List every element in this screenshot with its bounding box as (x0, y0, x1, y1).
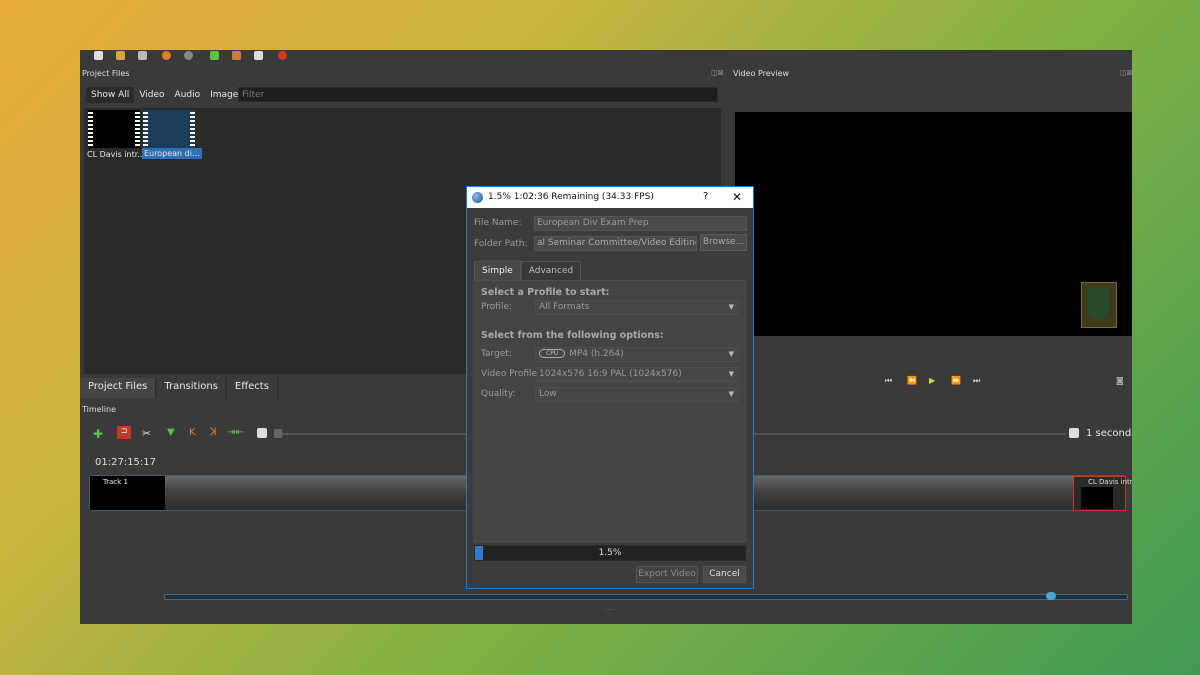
tab-project-files[interactable]: Project Files (80, 378, 157, 398)
video-preview-title: Video Preview (733, 69, 790, 78)
zoom-scale-icon (1069, 428, 1079, 438)
jump-end-icon[interactable]: ⏭ (973, 376, 980, 386)
target-select[interactable]: CPU MP4 (h.264) ▼ (535, 347, 739, 362)
add-marker-icon[interactable]: ▼ (167, 427, 175, 438)
dialog-tabs: Simple Advanced (474, 261, 582, 280)
crest-logo (1081, 282, 1117, 328)
undo-icon[interactable] (162, 51, 171, 60)
file-name-field[interactable]: European Div Exam Prep (534, 216, 747, 231)
film-strip-right (190, 112, 195, 146)
fast-forward-icon[interactable]: ⏩ (951, 376, 961, 385)
center-playhead-icon[interactable]: ⇥⇤ (227, 427, 244, 438)
tab-show-all[interactable]: Show All (86, 87, 135, 103)
video-profile-select[interactable]: 1024x576 16:9 PAL (1024x576) ▼ (537, 367, 739, 382)
filter-input[interactable]: Filter (238, 87, 718, 102)
export-video-dialog: 1.5% 1:02:36 Remaining (34.33 FPS) ? ✕ F… (466, 186, 754, 589)
folder-path-label: Folder Path: (474, 239, 528, 249)
fullscreen-icon[interactable] (254, 51, 263, 60)
timeline-scroll-handle[interactable] (1046, 592, 1056, 600)
browse-button[interactable]: Browse... (700, 234, 747, 251)
snap-icon[interactable]: ⊐ (117, 426, 131, 439)
redo-icon[interactable] (184, 51, 193, 60)
tab-transitions[interactable]: Transitions (156, 378, 227, 398)
video-preview-canvas (735, 112, 1132, 336)
add-track-icon[interactable]: ✚ (93, 427, 103, 441)
video-preview-dock-controls[interactable]: ◫⊠ (1120, 69, 1132, 77)
profile-icon[interactable] (232, 51, 241, 60)
file-thumbnail[interactable] (88, 110, 140, 148)
main-toolbar (80, 50, 1132, 64)
quality-select[interactable]: Low ▼ (535, 387, 739, 402)
jump-start-icon[interactable]: ⏮ (885, 376, 892, 386)
project-files-dock-controls[interactable]: ◫⊠ (711, 69, 723, 77)
film-strip-right (135, 112, 140, 146)
profile-section-heading: Select a Profile to start: (481, 287, 610, 298)
zoom-scale-label: 1 seconds (1086, 428, 1132, 439)
timeline-zoom-icon[interactable] (257, 428, 267, 438)
close-button[interactable]: ✕ (732, 190, 742, 204)
save-project-icon[interactable] (138, 51, 147, 60)
dialog-title: 1.5% 1:02:36 Remaining (34.33 FPS) (488, 192, 654, 202)
target-label: Target: (481, 349, 512, 359)
zoom-slider-handle[interactable] (274, 429, 282, 438)
file-label-selected[interactable]: European di... (142, 148, 202, 159)
previous-marker-icon[interactable]: K (189, 427, 196, 438)
tab-effects[interactable]: Effects (227, 378, 278, 398)
camera-icon[interactable]: ◙ (1116, 376, 1124, 385)
simple-options-panel: Select a Profile to start: Profile: All … (474, 280, 746, 542)
file-label[interactable]: CL Davis intr... (87, 150, 145, 159)
timeline-scrollbar[interactable] (164, 594, 1128, 600)
bottom-dock-tabs: Project Files Transitions Effects (80, 378, 278, 398)
chevron-down-icon: ▼ (728, 390, 734, 398)
quality-value: Low (539, 389, 557, 399)
chevron-down-icon: ▼ (728, 370, 734, 378)
profile-value: All Formats (539, 302, 590, 312)
profile-select[interactable]: All Formats ▼ (535, 300, 739, 315)
folder-path-field[interactable]: al Seminar Committee/Video Editing (534, 236, 697, 251)
tab-audio[interactable]: Audio (170, 87, 206, 103)
cpu-badge: CPU (539, 349, 566, 358)
progress-percent: 1.5% (598, 548, 622, 558)
help-button[interactable]: ? (703, 191, 708, 202)
timeline-title: Timeline (82, 405, 117, 414)
options-section-heading: Select from the following options: (481, 330, 664, 341)
timecode-display: 01:27:15:17 (95, 457, 157, 468)
project-files-filter-tabs: Show All Video Audio Image (86, 86, 243, 104)
tab-video[interactable]: Video (134, 87, 169, 103)
openshot-logo-icon (472, 192, 483, 203)
film-strip-left (143, 112, 148, 146)
project-files-title: Project Files (82, 69, 130, 78)
chevron-down-icon: ▼ (728, 303, 734, 311)
export-progress-bar: 1.5% (474, 545, 746, 561)
track-name: Track 1 (103, 478, 128, 486)
crest-shield (1087, 288, 1109, 320)
track-header[interactable]: Track 1 (90, 476, 165, 510)
new-project-icon[interactable] (94, 51, 103, 60)
chevron-down-icon: ▼ (728, 350, 734, 358)
tab-advanced[interactable]: Advanced (520, 261, 582, 280)
timeline-clip[interactable]: CL Davis intr (1073, 476, 1132, 511)
razor-icon[interactable]: ✂ (142, 427, 151, 440)
resize-grip-icon[interactable]: … (605, 603, 613, 612)
target-value: MP4 (h.264) (569, 349, 624, 359)
play-icon[interactable]: ▶ (929, 376, 935, 385)
tab-simple[interactable]: Simple (474, 261, 521, 280)
file-thumbnail[interactable] (143, 110, 195, 148)
export-video-button[interactable]: Export Video (636, 566, 698, 583)
export-video-icon[interactable] (278, 51, 287, 60)
film-strip-left (88, 112, 93, 146)
clip-thumbnail (1081, 487, 1113, 509)
open-project-icon[interactable] (116, 51, 125, 60)
video-profile-value: 1024x576 16:9 PAL (1024x576) (539, 369, 682, 379)
dialog-titlebar[interactable]: 1.5% 1:02:36 Remaining (34.33 FPS) ? ✕ (467, 187, 753, 208)
cancel-button[interactable]: Cancel (703, 566, 746, 583)
video-profile-label: Video Profile: (481, 369, 541, 379)
import-files-icon[interactable] (210, 51, 219, 60)
clip-name: CL Davis intr (1088, 478, 1132, 486)
quality-label: Quality: (481, 389, 516, 399)
file-name-label: File Name: (474, 218, 522, 228)
rewind-icon[interactable]: ⏪ (907, 376, 917, 385)
next-marker-icon[interactable]: ꓘ (210, 427, 217, 438)
profile-label: Profile: (481, 302, 513, 312)
